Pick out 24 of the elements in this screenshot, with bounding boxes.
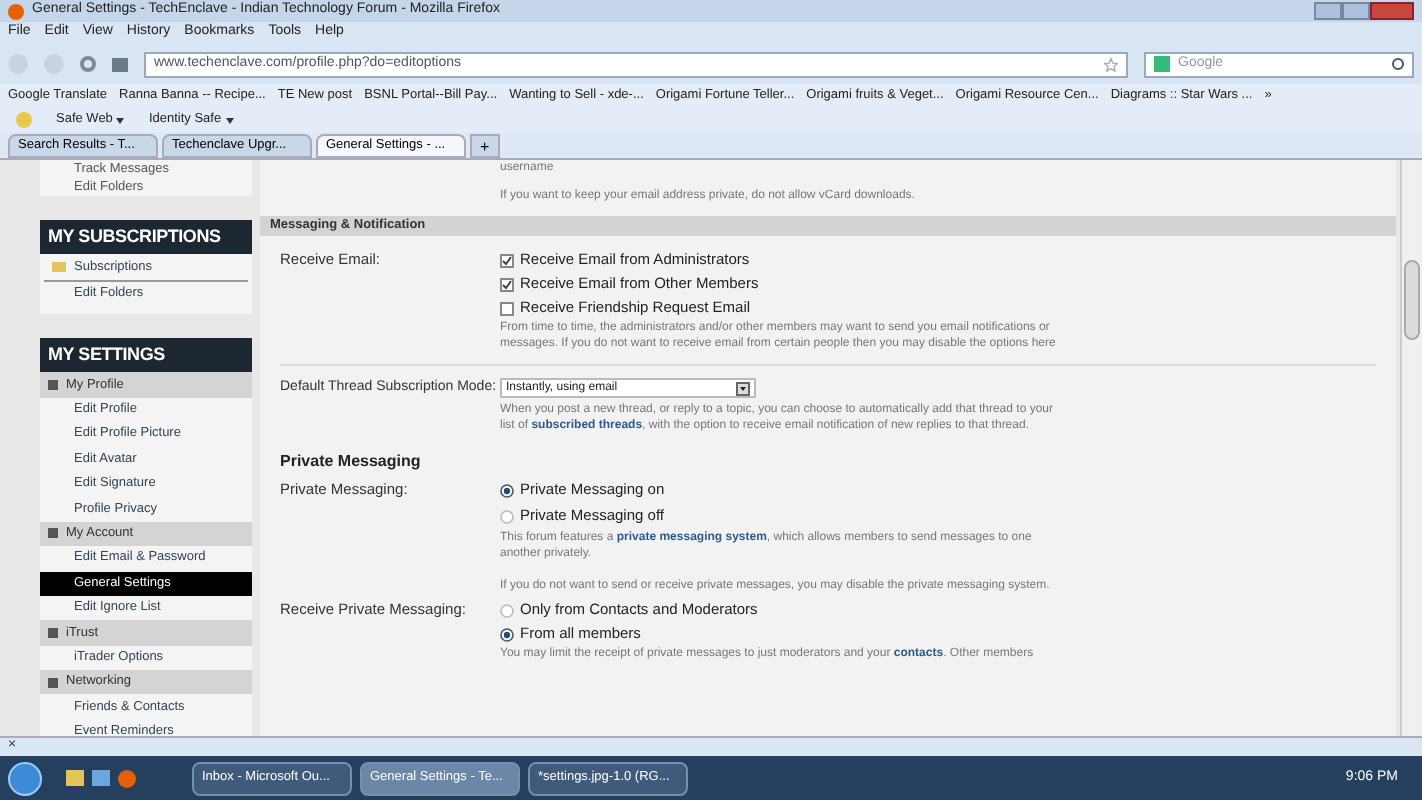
checkbox[interactable] <box>500 301 514 315</box>
close-button[interactable] <box>1370 2 1414 20</box>
radio-button[interactable] <box>500 509 514 523</box>
radio-button[interactable] <box>500 603 514 617</box>
star-icon[interactable] <box>1104 57 1118 71</box>
scroll-thumb[interactable] <box>1404 260 1420 340</box>
radio-button[interactable] <box>500 483 514 497</box>
check-icon <box>502 279 512 289</box>
caret-icon <box>225 117 234 123</box>
maximize-button[interactable] <box>1342 2 1370 20</box>
checkbox[interactable] <box>500 253 514 267</box>
new-tab-button[interactable]: + <box>470 134 500 158</box>
caret-icon <box>116 117 125 123</box>
sidebar-heading: MY SUBSCRIPTIONS <box>40 220 252 254</box>
checkbox[interactable] <box>500 277 514 291</box>
radio-button[interactable] <box>500 627 514 641</box>
sidebar-heading: MY SETTINGS <box>40 338 252 373</box>
start-button[interactable] <box>8 761 42 795</box>
scrollbar[interactable] <box>1400 160 1422 736</box>
section-title: Private Messaging <box>278 450 423 474</box>
search-icon[interactable] <box>1392 58 1404 70</box>
caret-icon <box>736 381 750 395</box>
minimize-button[interactable] <box>1314 2 1342 20</box>
check-icon <box>502 255 512 265</box>
